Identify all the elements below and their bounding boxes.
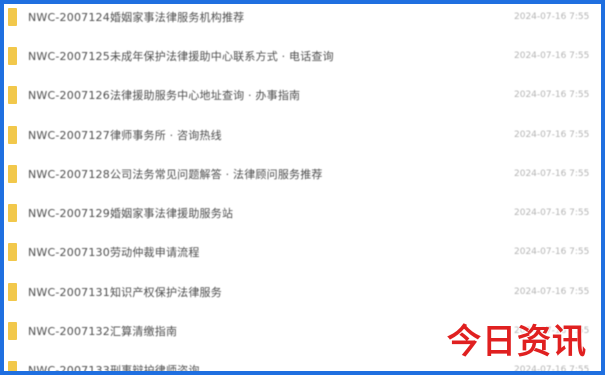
file-name: NWC-2007124婚姻家事法律服务机构推荐 <box>28 10 245 24</box>
file-name: NWC-2007127律师事务所 · 咨询热线 <box>28 128 222 142</box>
file-name: NWC-2007125未成年保护法律援助中心联系方式 · 电话查询 <box>28 49 334 63</box>
file-date: 2024-07-16 7:55 <box>514 247 590 258</box>
file-date: 2024-07-16 7:55 <box>514 90 590 101</box>
folder-icon <box>8 46 17 65</box>
file-row[interactable]: NWC-2007131知识产权保护法律服务 2024-07-16 7:55 <box>8 272 601 311</box>
file-row[interactable]: NWC-2007130劳动仲裁申请流程 2024-07-16 7:55 <box>8 233 601 272</box>
file-row[interactable]: NWC-2007129婚姻家事法律援助服务站 2024-07-16 7:55 <box>8 193 601 232</box>
screenshot-frame: NWC-2007124婚姻家事法律服务机构推荐 2024-07-16 7:55 … <box>0 0 605 375</box>
file-row[interactable]: NWC-2007127律师事务所 · 咨询热线 2024-07-16 7:55 <box>8 115 601 154</box>
folder-icon <box>8 125 17 144</box>
file-name: NWC-2007130劳动仲裁申请流程 <box>28 246 200 260</box>
file-row[interactable]: NWC-2007128公司法务常见问题解答 · 法律顾问服务推荐 2024-07… <box>8 154 601 193</box>
watermark-logo: 今日资讯 <box>447 322 587 362</box>
file-date: 2024-07-16 7:55 <box>514 11 590 22</box>
file-name: NWC-2007133刑事辩护律师咨询 <box>28 364 200 375</box>
file-row[interactable]: NWC-2007124婚姻家事法律服务机构推荐 2024-07-16 7:55 <box>8 4 601 36</box>
file-date: 2024-07-16 7:55 <box>514 50 590 61</box>
folder-icon <box>8 204 17 223</box>
folder-icon <box>8 7 17 26</box>
file-name: NWC-2007132汇算清缴指南 <box>28 325 178 339</box>
file-date: 2024-07-16 7:55 <box>514 286 590 297</box>
folder-icon <box>8 164 17 183</box>
folder-icon <box>8 361 17 371</box>
file-date: 2024-07-16 7:55 <box>514 365 590 375</box>
file-date: 2024-07-16 7:55 <box>514 208 590 219</box>
file-row[interactable]: NWC-2007125未成年保护法律援助中心联系方式 · 电话查询 2024-0… <box>8 36 601 75</box>
file-name: NWC-2007128公司法务常见问题解答 · 法律顾问服务推荐 <box>28 167 323 181</box>
folder-icon <box>8 86 17 105</box>
file-name: NWC-2007131知识产权保护法律服务 <box>28 285 222 299</box>
file-name: NWC-2007126法律援助服务中心地址查询 · 办事指南 <box>28 89 301 103</box>
folder-icon <box>8 322 17 341</box>
folder-icon <box>8 243 17 262</box>
file-date: 2024-07-16 7:55 <box>514 129 590 140</box>
file-name: NWC-2007129婚姻家事法律援助服务站 <box>28 207 234 221</box>
file-date: 2024-07-16 7:55 <box>514 168 590 179</box>
file-row[interactable]: NWC-2007126法律援助服务中心地址查询 · 办事指南 2024-07-1… <box>8 76 601 115</box>
folder-icon <box>8 282 17 301</box>
